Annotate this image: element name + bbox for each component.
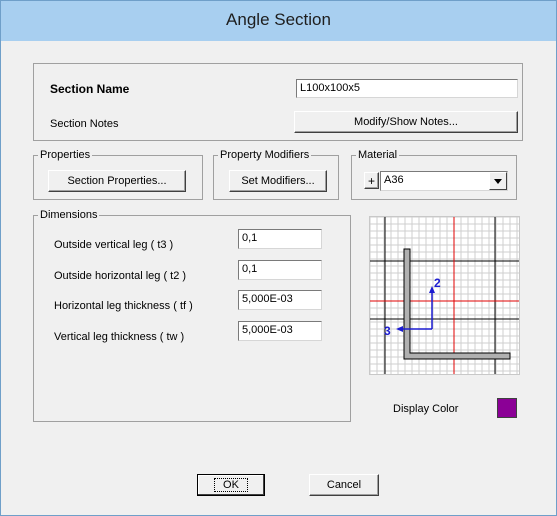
dimension-label-t3: Outside vertical leg ( t3 ) (54, 239, 174, 251)
outside-vertical-leg-input[interactable]: 0,1 (238, 229, 322, 249)
section-name-label: Section Name (50, 82, 130, 96)
section-preview-canvas: 2 3 (369, 216, 519, 374)
modify-show-notes-button[interactable]: Modify/Show Notes... (294, 111, 518, 133)
property-modifiers-group: Property Modifiers Set Modifiers... (213, 148, 339, 200)
material-select-value: A36 (384, 174, 404, 186)
dimensions-group: Dimensions Outside vertical leg ( t3 ) 0… (33, 208, 351, 422)
angle-section-dialog: Angle Section Section Name L100x100x5 Se… (0, 0, 557, 516)
ok-button[interactable]: OK (197, 474, 265, 496)
add-material-button[interactable]: + (364, 172, 379, 189)
horizontal-leg-thickness-input[interactable]: 5,000E-03 (238, 290, 322, 310)
axis-3-arrow-icon (396, 326, 403, 332)
vertical-leg-thickness-input[interactable]: 5,000E-03 (238, 321, 322, 341)
properties-legend: Properties (38, 148, 93, 162)
axis-2-label: 2 (434, 276, 441, 290)
preview-grid (369, 216, 519, 374)
material-group: Material + A36 (351, 148, 517, 200)
cancel-button[interactable]: Cancel (309, 474, 379, 496)
dimensions-legend: Dimensions (38, 208, 100, 222)
set-modifiers-button[interactable]: Set Modifiers... (229, 170, 327, 192)
window-title: Angle Section (226, 10, 331, 29)
ok-button-label: OK (214, 478, 248, 492)
axis-3-label: 3 (384, 324, 391, 338)
section-name-input[interactable]: L100x100x5 (296, 79, 518, 98)
dimension-label-tw: Vertical leg thickness ( tw ) (54, 331, 185, 343)
section-preview: 2 3 (369, 216, 520, 375)
chevron-down-icon[interactable] (489, 172, 507, 190)
title-bar[interactable]: Angle Section (1, 1, 556, 41)
material-legend: Material (356, 148, 400, 162)
section-properties-button[interactable]: Section Properties... (48, 170, 186, 192)
dialog-client: Section Name L100x100x5 Section Notes Mo… (9, 41, 547, 508)
dimension-label-t2: Outside horizontal leg ( t2 ) (54, 270, 187, 282)
properties-group: Properties Section Properties... (33, 148, 203, 200)
material-select[interactable]: A36 (380, 171, 508, 191)
outside-horizontal-leg-input[interactable]: 0,1 (238, 260, 322, 280)
section-notes-label: Section Notes (50, 118, 119, 130)
dimension-label-tf: Horizontal leg thickness ( tf ) (54, 300, 193, 312)
section-name-panel: Section Name L100x100x5 Section Notes Mo… (33, 63, 523, 141)
display-color-label: Display Color (393, 403, 459, 415)
display-color-swatch[interactable] (497, 398, 517, 418)
property-modifiers-legend: Property Modifiers (218, 148, 312, 162)
